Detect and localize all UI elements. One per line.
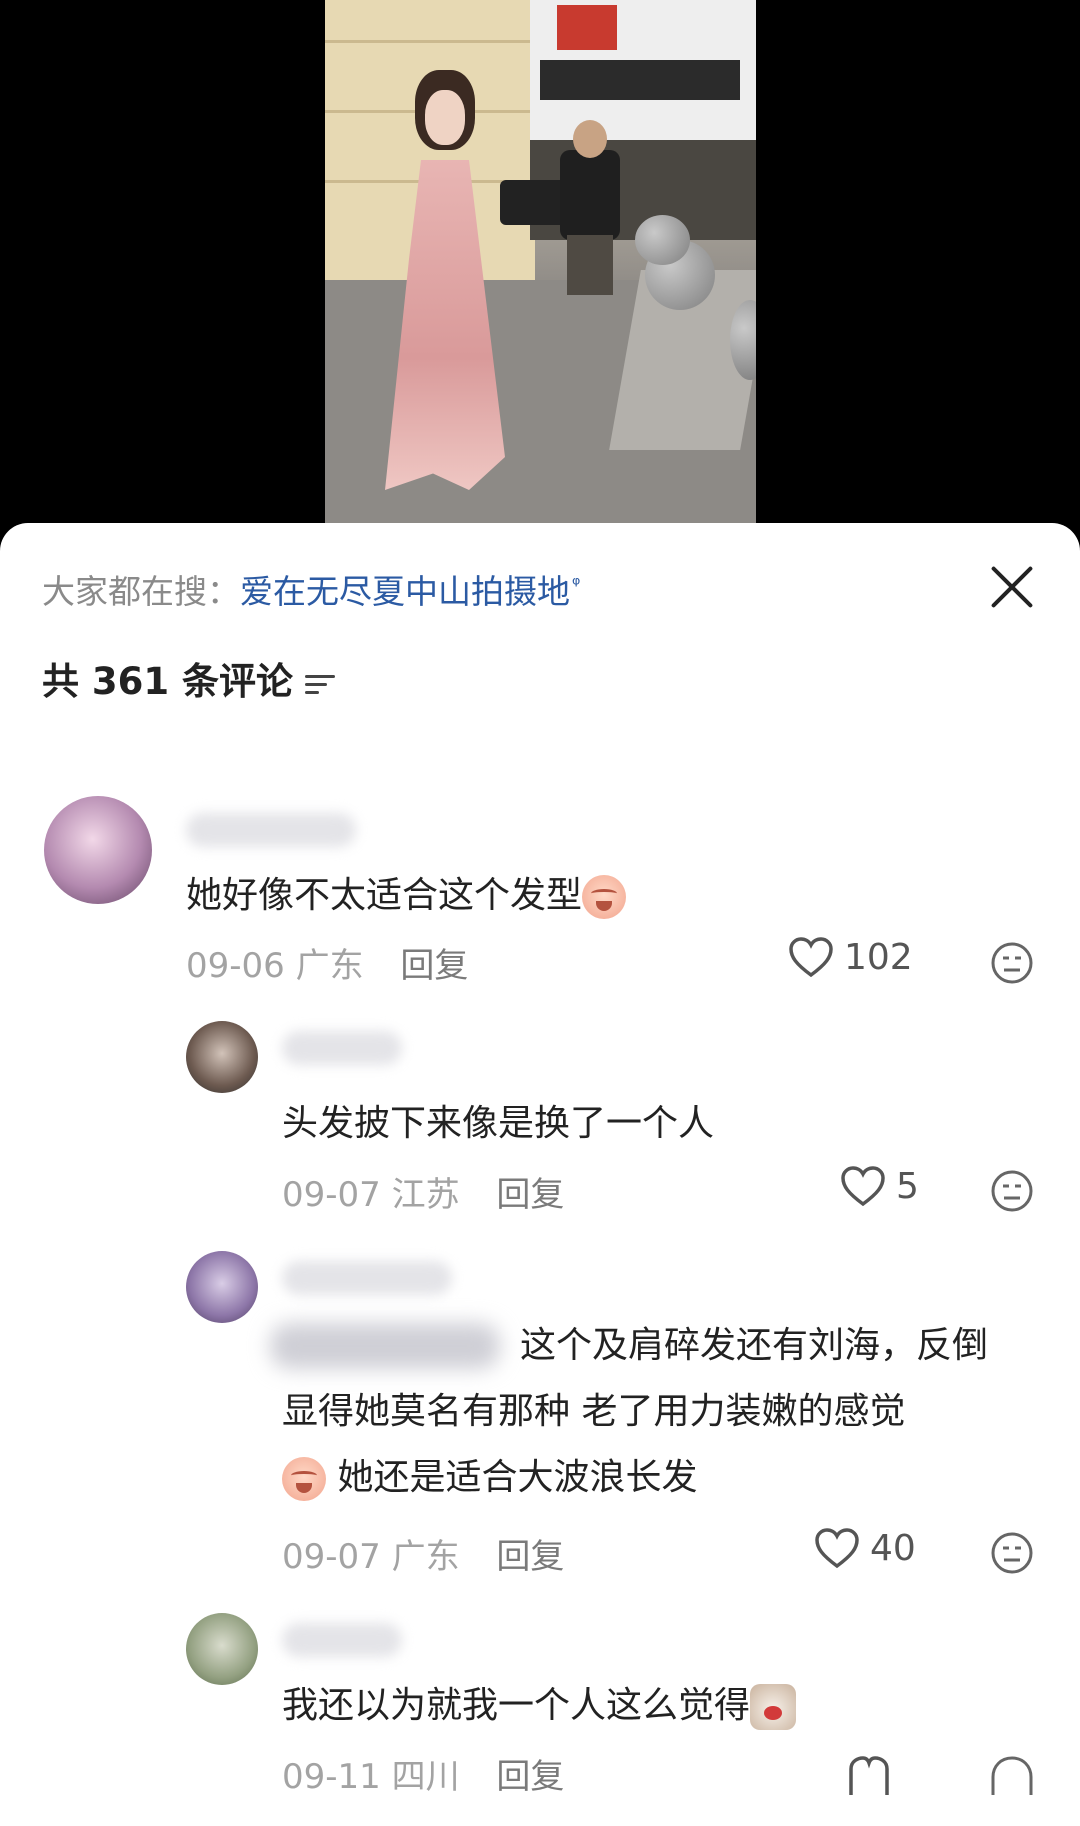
comment-meta: 09-11 四川 回复 [282, 1749, 564, 1798]
like-button[interactable]: 5 [840, 1165, 919, 1207]
video-frame [325, 0, 756, 525]
comment-count: 共 361 条评论 [42, 651, 335, 705]
avatar[interactable] [44, 796, 152, 904]
comment-location: 广东 [391, 1537, 460, 1577]
sort-icon[interactable] [305, 673, 335, 695]
heart-icon [815, 1528, 859, 1569]
like-button[interactable]: 102 [788, 936, 913, 978]
reply-button[interactable]: 回复 [496, 1537, 564, 1577]
video-player[interactable] [0, 0, 1080, 540]
username-blurred[interactable] [282, 1261, 452, 1295]
comment-location: 四川 [391, 1757, 460, 1797]
comment-meta: 09-07 广东 回复 [282, 1529, 564, 1578]
reply-button[interactable]: 回复 [496, 1757, 564, 1797]
like-button[interactable]: 40 [814, 1527, 916, 1569]
dislike-face-icon[interactable] [990, 941, 1034, 985]
camera-operator [555, 120, 625, 360]
comment-location: 江苏 [391, 1175, 460, 1215]
search-icon: ᵠ [572, 572, 581, 596]
heart-icon[interactable] [846, 1755, 892, 1795]
comment-meta: 09-07 江苏 回复 [282, 1167, 564, 1216]
trending-prefix: 大家都在搜： [42, 572, 240, 611]
comment-sheet: 大家都在搜：爱在无尽夏中山拍摄地 ᵠ 共 361 条评论 她好像不太适合这个发型 … [0, 523, 1080, 1826]
username-blurred[interactable] [282, 1031, 402, 1065]
shop-sign [540, 60, 740, 100]
reply-button[interactable]: 回复 [496, 1175, 564, 1215]
stone-ball [635, 215, 690, 265]
comment-count-text: 共 361 条评论 [42, 660, 293, 703]
shop-sign-red [557, 5, 617, 50]
avatar[interactable] [186, 1251, 258, 1323]
like-count: 102 [844, 936, 913, 978]
dislike-face-icon[interactable] [990, 1531, 1034, 1575]
comment-date: 09-07 [282, 1175, 381, 1215]
like-count: 5 [896, 1165, 919, 1207]
username-blurred[interactable] [186, 813, 356, 847]
comment-text: 头发披下来像是换了一个人 [282, 1103, 715, 1144]
comment-date: 09-11 [282, 1757, 381, 1797]
avatar[interactable] [186, 1021, 258, 1093]
trending-query-link[interactable]: 爱在无尽夏中山拍摄地 [240, 572, 570, 611]
heart-icon [789, 937, 833, 978]
like-count: 40 [870, 1527, 916, 1569]
heart-icon [841, 1166, 885, 1207]
crying-emoji-icon [282, 1457, 326, 1501]
woman-in-dress [380, 70, 510, 525]
comment-text: 她好像不太适合这个发型 [186, 863, 627, 929]
comment-line: 显得她莫名有那种 老了用力装嫩的感觉 [282, 1391, 906, 1432]
comment-line: 她还是适合大波浪长发 [282, 1445, 988, 1511]
comment-meta: 09-06 广东 回复 [186, 938, 468, 987]
comment-location: 广东 [295, 946, 364, 986]
dislike-face-icon[interactable] [990, 1169, 1034, 1213]
close-icon[interactable] [988, 563, 1036, 611]
crying-emoji-icon [582, 875, 627, 919]
username-blurred[interactable] [282, 1623, 402, 1657]
comment-date: 09-06 [186, 946, 285, 986]
dislike-face-icon[interactable] [990, 1755, 1034, 1795]
comment-date: 09-07 [282, 1537, 381, 1577]
avatar[interactable] [186, 1613, 258, 1685]
comment-text: 这个及肩碎发还有刘海，反倒 显得她莫名有那种 老了用力装嫩的感觉 她还是适合大波… [282, 1313, 988, 1511]
comment-line: 这个及肩碎发还有刘海，反倒 [520, 1325, 989, 1366]
comment-text: 我还以为就我一个人这么觉得 [282, 1673, 797, 1739]
cat-emoji-icon [750, 1684, 797, 1730]
trending-search[interactable]: 大家都在搜：爱在无尽夏中山拍摄地 ᵠ [42, 565, 580, 613]
reply-button[interactable]: 回复 [400, 946, 468, 986]
